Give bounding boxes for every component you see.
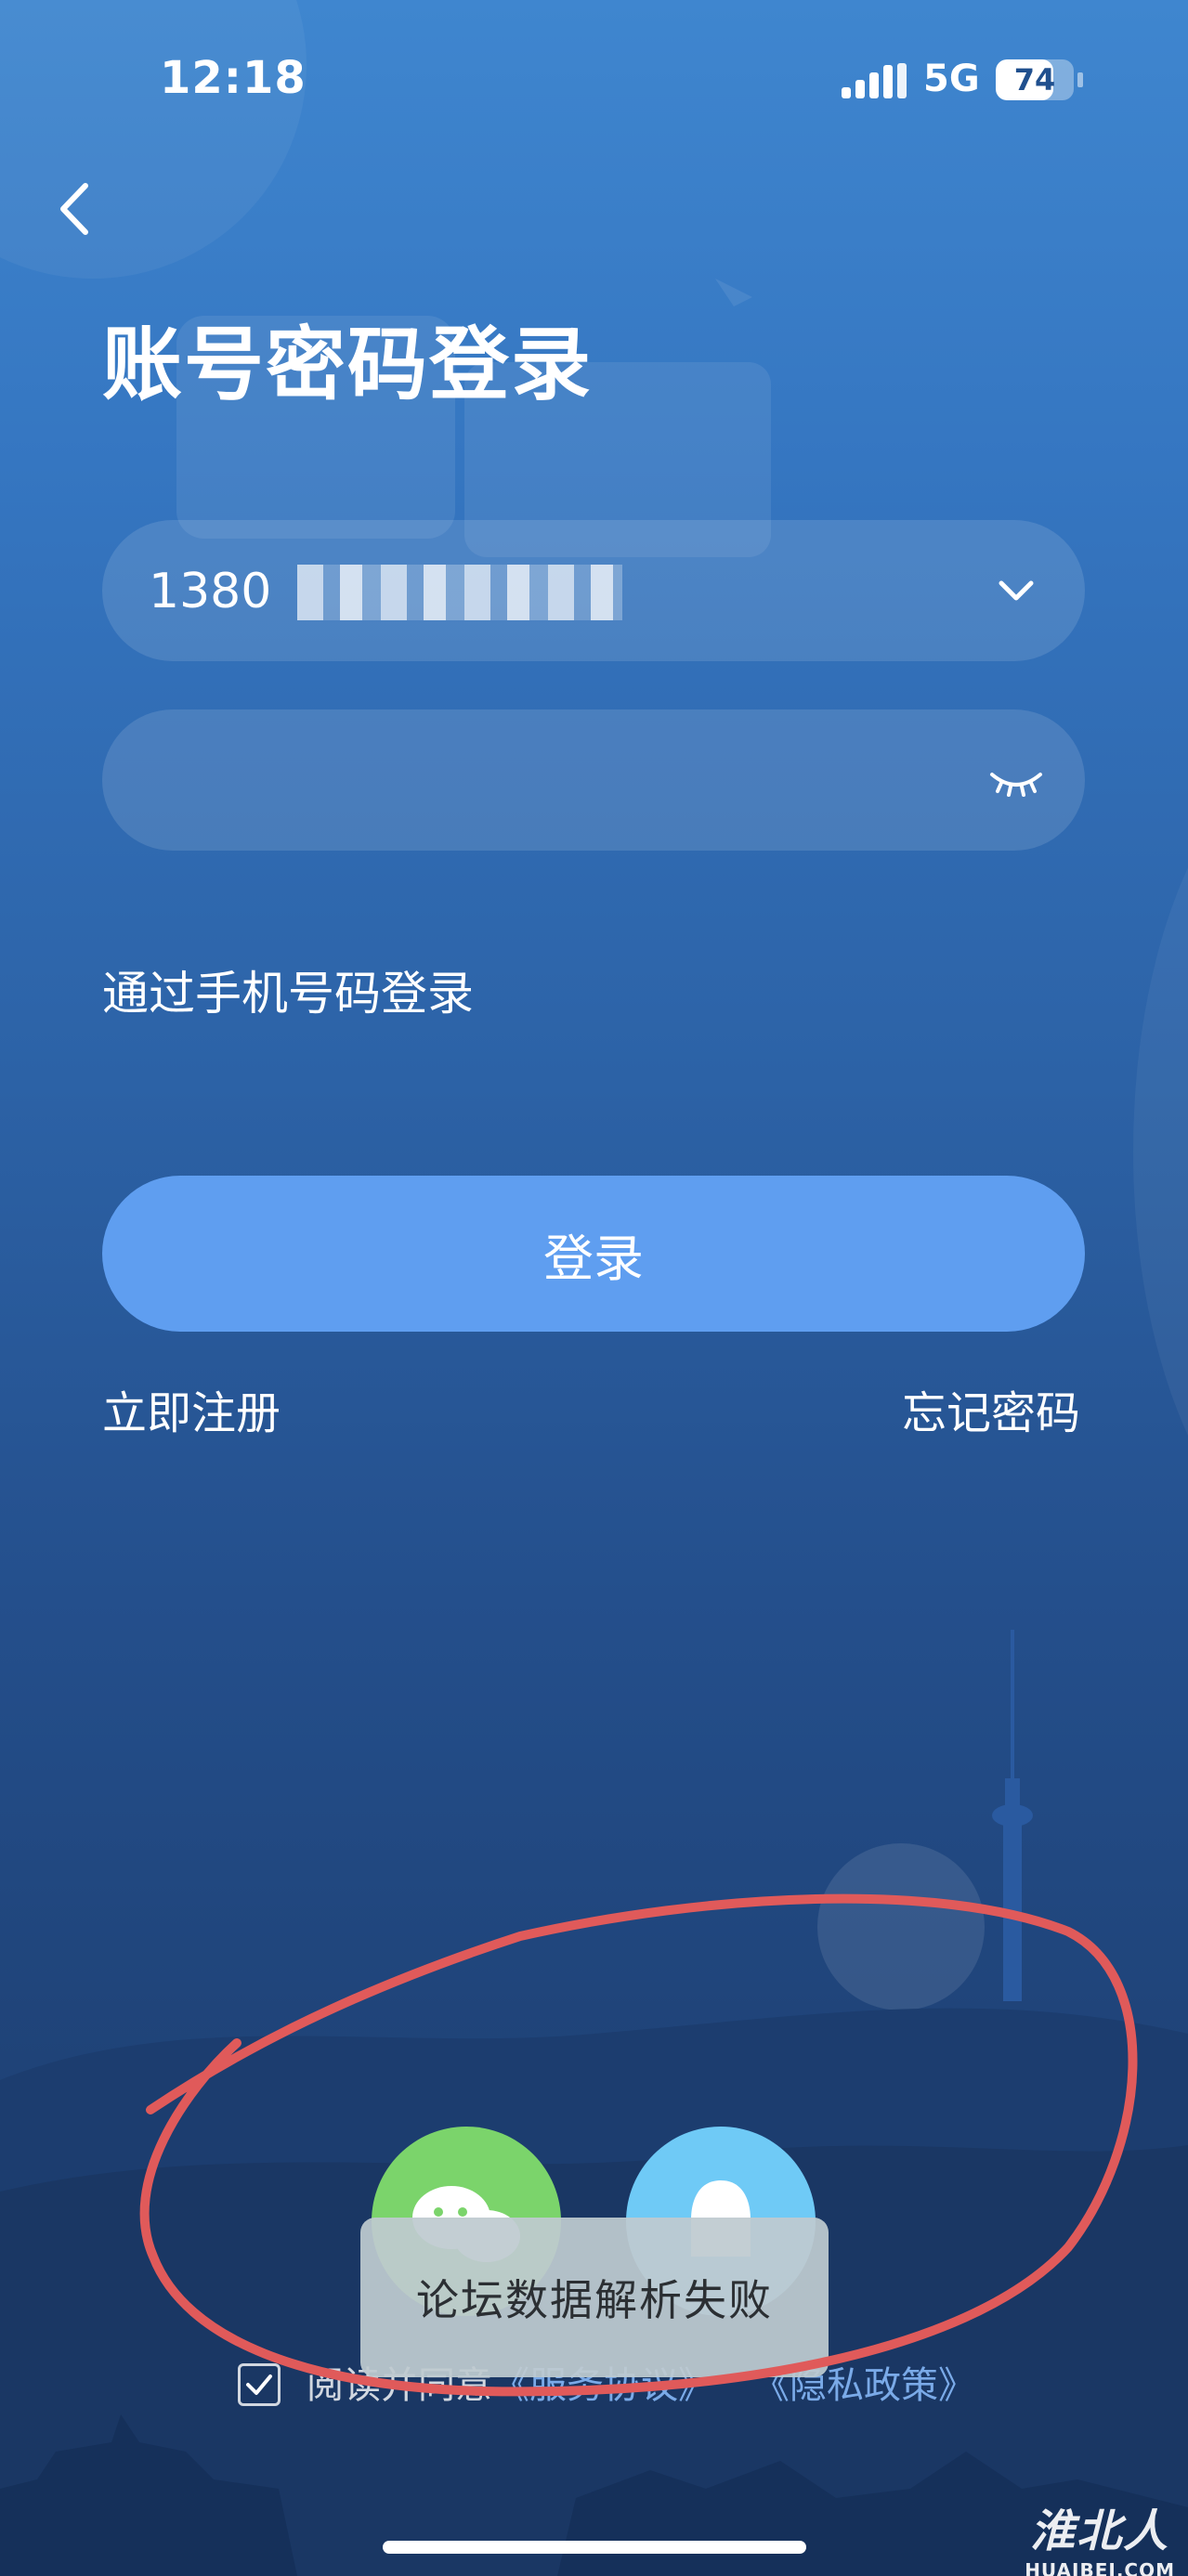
- network-type: 5G: [923, 58, 980, 100]
- page-title: 账号密码登录: [102, 319, 593, 411]
- battery-level: 74: [1013, 62, 1056, 98]
- check-icon: [246, 2374, 272, 2395]
- signal-icon: [842, 63, 907, 98]
- toast-message: 论坛数据解析失败: [360, 2218, 829, 2377]
- forgot-password-link[interactable]: 忘记密码: [902, 1376, 1080, 1441]
- tower-silhouette: [992, 1630, 1033, 2001]
- back-icon[interactable]: [48, 176, 100, 241]
- battery-icon: 74: [996, 59, 1074, 100]
- battery-tip: [1077, 72, 1083, 87]
- eye-closed-icon[interactable]: [988, 752, 1044, 808]
- watermark-sub: HUAIBEI.COM: [1025, 2559, 1175, 2576]
- login-button[interactable]: 登录: [102, 1176, 1085, 1332]
- watermark-main: 淮北人: [1030, 2505, 1170, 2557]
- watermark: 淮北人 HUAIBEI.COM: [1025, 2494, 1175, 2576]
- home-indicator: [383, 2541, 806, 2554]
- register-link[interactable]: 立即注册: [102, 1376, 281, 1441]
- password-input[interactable]: [147, 709, 968, 852]
- chevron-down-icon[interactable]: [988, 563, 1044, 618]
- background-decoration: [0, 0, 307, 279]
- agreement-checkbox[interactable]: [238, 2363, 281, 2406]
- password-field[interactable]: [102, 709, 1085, 852]
- login-screen: 12:18 5G 74 账号密码登录 通过手机号码登录 登录 立即注册 忘记密码: [0, 0, 1188, 2576]
- background-decoration: [1133, 743, 1188, 1560]
- redacted-number: [297, 565, 622, 620]
- account-field[interactable]: [102, 520, 1085, 663]
- status-time: 12:18: [160, 52, 307, 104]
- phone-login-link[interactable]: 通过手机号码登录: [102, 956, 474, 1023]
